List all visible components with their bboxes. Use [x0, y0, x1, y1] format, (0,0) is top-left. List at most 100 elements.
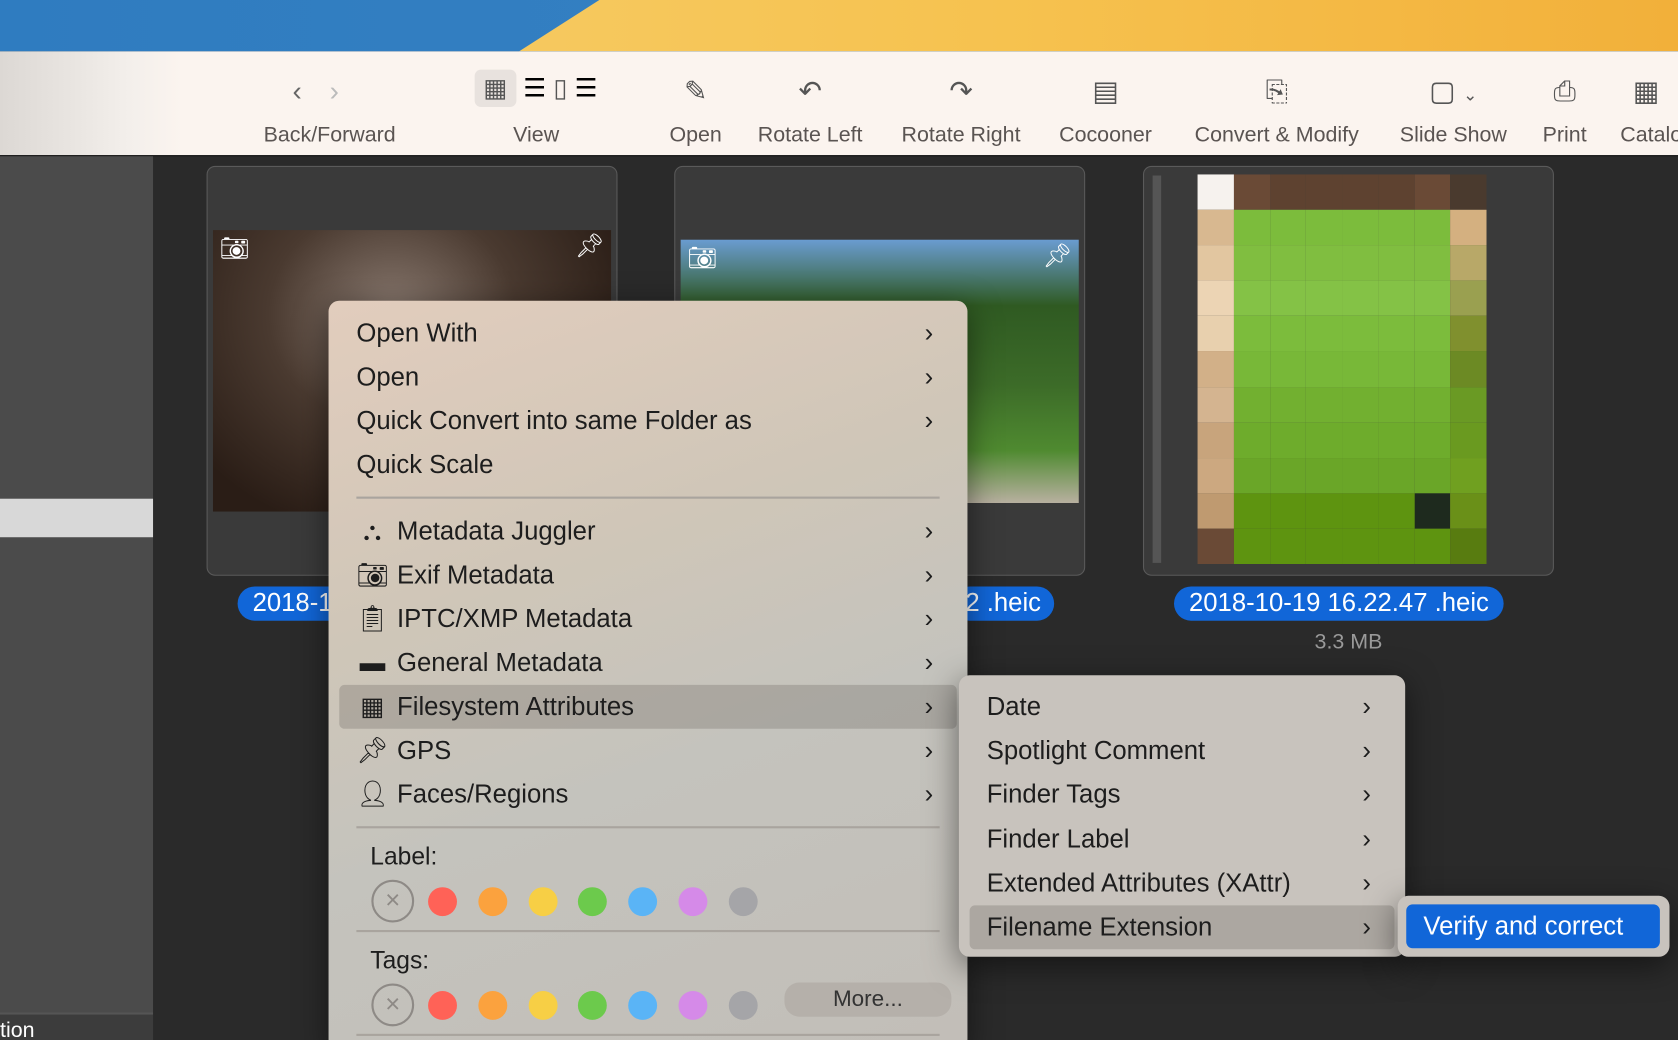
pixel-block	[1197, 528, 1234, 564]
pixel-block	[1269, 316, 1306, 352]
submenu-item-extended-attributes-xattr-[interactable]: Extended Attributes (XAttr) ›	[970, 861, 1395, 905]
tag-color-4[interactable]	[628, 991, 658, 1020]
pixel-block	[1450, 174, 1487, 210]
box-icon: ▬	[359, 648, 386, 678]
menu-item-quick-convert-into-same-folder-as[interactable]: Quick Convert into same Folder as ›	[339, 399, 957, 443]
filename-label[interactable]: 2018-10-19 16.22.47 .heic	[1174, 586, 1504, 621]
pin-icon: 📌︎	[356, 736, 389, 766]
submenu-item-spotlight-comment[interactable]: Spotlight Comment ›	[970, 729, 1395, 773]
menu-item-label: Filesystem Attributes	[397, 692, 634, 722]
menu-item-filesystem-attributes[interactable]: ▦ Filesystem Attributes ›	[339, 684, 957, 729]
sidebar-selected-item[interactable]	[0, 498, 154, 538]
submenu-item-filename-extension[interactable]: Filename Extension ›	[969, 905, 1395, 950]
menu-item-faces-regions[interactable]: 👤︎ Faces/Regions ›	[339, 773, 957, 817]
pixel-block	[1378, 422, 1415, 458]
app-window: ‹› Back/Forward ▦ ☰ ▯ ☰ View ✎ Open ↶ Ro…	[0, 0, 1678, 1040]
verify-and-correct-item[interactable]: Verify and correct	[1406, 904, 1660, 949]
pixel-block	[1305, 316, 1343, 352]
pixel-block	[1414, 245, 1451, 281]
calendar-icon: ▦	[360, 692, 385, 722]
tag-color-3[interactable]	[578, 991, 608, 1020]
sidebar-bottom-tab[interactable]: tion	[0, 1012, 154, 1040]
chevron-right-icon: ›	[1362, 736, 1371, 766]
tag-color-1[interactable]	[478, 991, 508, 1020]
chevron-right-icon: ›	[924, 516, 934, 546]
open-icon: ✎	[683, 74, 708, 108]
menu-item-label: Faces/Regions	[397, 780, 569, 810]
pixel-block	[1342, 457, 1379, 494]
toolbar-label: View	[513, 123, 560, 147]
more-tags-button[interactable]: More...	[784, 982, 952, 1017]
pixel-block	[1269, 457, 1306, 494]
rotate-left-button[interactable]: ↶ Rotate Left	[749, 51, 871, 156]
pixel-block	[1305, 209, 1343, 246]
tag-color-2[interactable]	[528, 991, 558, 1020]
open-button[interactable]: ✎ Open	[661, 51, 729, 156]
label-color-6[interactable]	[728, 887, 758, 917]
menu-item-open-with[interactable]: Open With ›	[339, 311, 957, 355]
camera-icon: 📷︎	[356, 560, 389, 590]
camera-icon: 📷︎	[687, 244, 717, 271]
print-button[interactable]: ⎙ Print	[1535, 51, 1595, 156]
tag-color-0[interactable]	[428, 991, 457, 1020]
menu-item-iptc-xmp-metadata[interactable]: 📋︎ IPTC/XMP Metadata ›	[339, 597, 957, 641]
pixel-block	[1233, 280, 1270, 317]
menu-item-exif-metadata[interactable]: 📷︎ Exif Metadata ›	[339, 553, 957, 597]
convert-modify-button[interactable]: ⎘ Convert & Modify	[1182, 51, 1372, 156]
chevron-right-icon: ›	[924, 318, 934, 348]
back-forward-button[interactable]: ‹› Back/Forward	[247, 51, 412, 156]
pixel-block	[1305, 351, 1343, 387]
menu-item-label: GPS	[397, 736, 452, 766]
pixel-block	[1233, 528, 1270, 564]
pixel-block	[1450, 351, 1487, 387]
menu-item-quick-scale[interactable]: Quick Scale	[339, 443, 957, 487]
pixel-block	[1305, 493, 1343, 529]
label-color-2[interactable]	[528, 887, 558, 917]
menu-item-general-metadata[interactable]: ▬ General Metadata ›	[339, 641, 957, 685]
menu-item-open[interactable]: Open ›	[339, 355, 957, 399]
cocooner-icon: ▤	[1092, 74, 1119, 108]
label-color-5[interactable]	[678, 887, 708, 917]
label-color-3[interactable]	[578, 887, 608, 917]
pixel-block	[1269, 422, 1306, 458]
slide-show-button[interactable]: ▢ ⌄ Slide Show	[1391, 51, 1515, 156]
pixel-block	[1305, 174, 1343, 210]
rotate-left-icon: ↶	[798, 74, 822, 108]
filename-extension-submenu: Verify and correct	[1397, 895, 1670, 957]
rotate-right-button[interactable]: ↷ Rotate Right	[893, 51, 1030, 156]
tag-none-button[interactable]: ×	[371, 983, 415, 1027]
tag-color-5[interactable]	[678, 991, 708, 1020]
menu-item-gps[interactable]: 📌︎ GPS ›	[339, 729, 957, 773]
label-color-1[interactable]	[478, 887, 508, 917]
pixel-block	[1305, 386, 1343, 423]
pixel-block	[1378, 280, 1415, 317]
label-none-button[interactable]: ×	[371, 879, 415, 923]
chevron-right-icon: ›	[924, 560, 934, 590]
pin-icon: 📌︎	[574, 232, 605, 259]
label-color-4[interactable]	[628, 887, 658, 917]
pixel-block	[1305, 245, 1343, 281]
file-size: 3.3 MB	[1314, 630, 1383, 654]
view-mode-icons: ▦ ☰ ▯ ☰	[474, 69, 598, 108]
pixel-block	[1450, 209, 1487, 246]
submenu-item-finder-tags[interactable]: Finder Tags ›	[970, 773, 1395, 817]
pixel-block	[1378, 245, 1415, 281]
chevron-right-icon: ›	[924, 406, 934, 436]
pixel-block	[1378, 316, 1415, 352]
cocooner-button[interactable]: ▤ Cocooner	[1051, 51, 1160, 156]
submenu-item-finder-label[interactable]: Finder Label ›	[970, 817, 1395, 861]
view-button[interactable]: ▦ ☰ ▯ ☰ View	[424, 51, 649, 156]
submenu-item-label: Filename Extension	[986, 912, 1213, 942]
submenu-item-date[interactable]: Date ›	[970, 685, 1395, 729]
catalog-button[interactable]: ▦ Catalo	[1616, 51, 1678, 156]
thumbnail-image-pixelated	[1197, 174, 1487, 564]
filename-label[interactable]: 2 .heic	[952, 586, 1054, 621]
pixel-block	[1233, 351, 1270, 387]
label-color-0[interactable]	[428, 887, 457, 917]
catalog-icon: ▦	[1632, 74, 1660, 108]
menu-item-metadata-juggler[interactable]: ⛬ Metadata Juggler ›	[339, 509, 957, 553]
toolbar-label: Slide Show	[1399, 123, 1507, 147]
pixel-block	[1197, 422, 1234, 458]
tag-color-6[interactable]	[728, 991, 758, 1020]
filesystem-attributes-submenu: Date › Spotlight Comment › Finder Tags › Finde…	[958, 675, 1406, 957]
